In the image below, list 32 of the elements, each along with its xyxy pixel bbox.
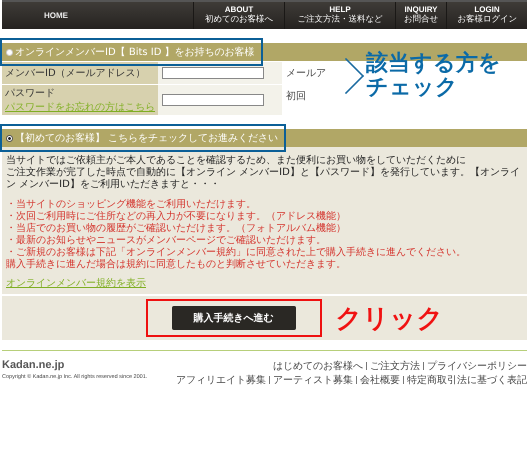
intro-text: ご注文作業が完了した時点で自動的に【オンライン メンバーID】と【パスワード】を発行しています。【オンライン メンバーID】をご利用いただきますと・・・ (6, 167, 521, 191)
nav-link[interactable]: LOGIN お客様ログイン (446, 2, 527, 29)
site-logo: Kadan.ne.jp (2, 359, 66, 371)
footer-link[interactable]: 特定商取引法に基づく表記 (407, 373, 527, 387)
input-field[interactable] (162, 94, 264, 106)
footer-link[interactable]: 会社概要 (360, 373, 400, 387)
section-title: 【初めてのお客様】 こちらをチェックしてお進みください (15, 132, 278, 145)
benefit-text: 購入手続きに進んだ場合は規約に同意したものと判断させていただきます。 (6, 259, 347, 271)
nav-link[interactable]: HELP ご注文方法・送料など (284, 2, 395, 29)
input-field[interactable] (162, 67, 264, 79)
footer-link[interactable]: アーティスト募集 (273, 373, 353, 387)
radio-button[interactable] (6, 134, 13, 142)
field-note: 初回 (285, 90, 307, 104)
home-link[interactable]: HOME (2, 2, 68, 29)
footer-link[interactable]: はじめてのお客様へ (273, 359, 363, 373)
section-title: オンラインメンバーID【 Bits ID 】をお持ちのお客様 (15, 46, 255, 59)
benefit-text: ・次回ご利用時にご住所などの再入力が不要になります。（アドレス機能） (6, 211, 347, 222)
nav-link[interactable]: INQUIRY お問合せ (395, 2, 446, 29)
field-note: メールア (285, 67, 327, 81)
footer-link[interactable]: プライバシーポリシー (427, 359, 527, 373)
proceed-button[interactable]: 購入手続きへ進む (172, 306, 296, 330)
intro-text: 当サイトではご依頼主がご本人であることを確認するため、また便利にお買い物をしていただくために (6, 155, 467, 166)
nav-link[interactable]: ABOUT 初めてのお客様へ (193, 2, 284, 29)
footer-link[interactable]: アフィリエイト募集 (176, 373, 266, 387)
callout-text: クリック (336, 302, 444, 336)
field-label: パスワード (5, 87, 56, 100)
benefit-text: ・当サイトのショッピング機能をご利用いただけます。 (6, 199, 257, 210)
benefit-text: ・最新のお知らせやニュースがメンバーページでご確認いただけます。 (6, 235, 327, 246)
benefit-text: ・当店でのお買い物の履歴がご確認いただけます。（フォトアルバム機能） (6, 223, 347, 234)
field-label: メンバーID（メールアドレス） (5, 67, 147, 80)
footer-link[interactable]: ご注文方法 (370, 359, 420, 373)
benefit-text: ・ご新規のお客様は下記「オンラインメンバー規約」に同意された上で購入手続きに進んでください。 (6, 247, 467, 258)
